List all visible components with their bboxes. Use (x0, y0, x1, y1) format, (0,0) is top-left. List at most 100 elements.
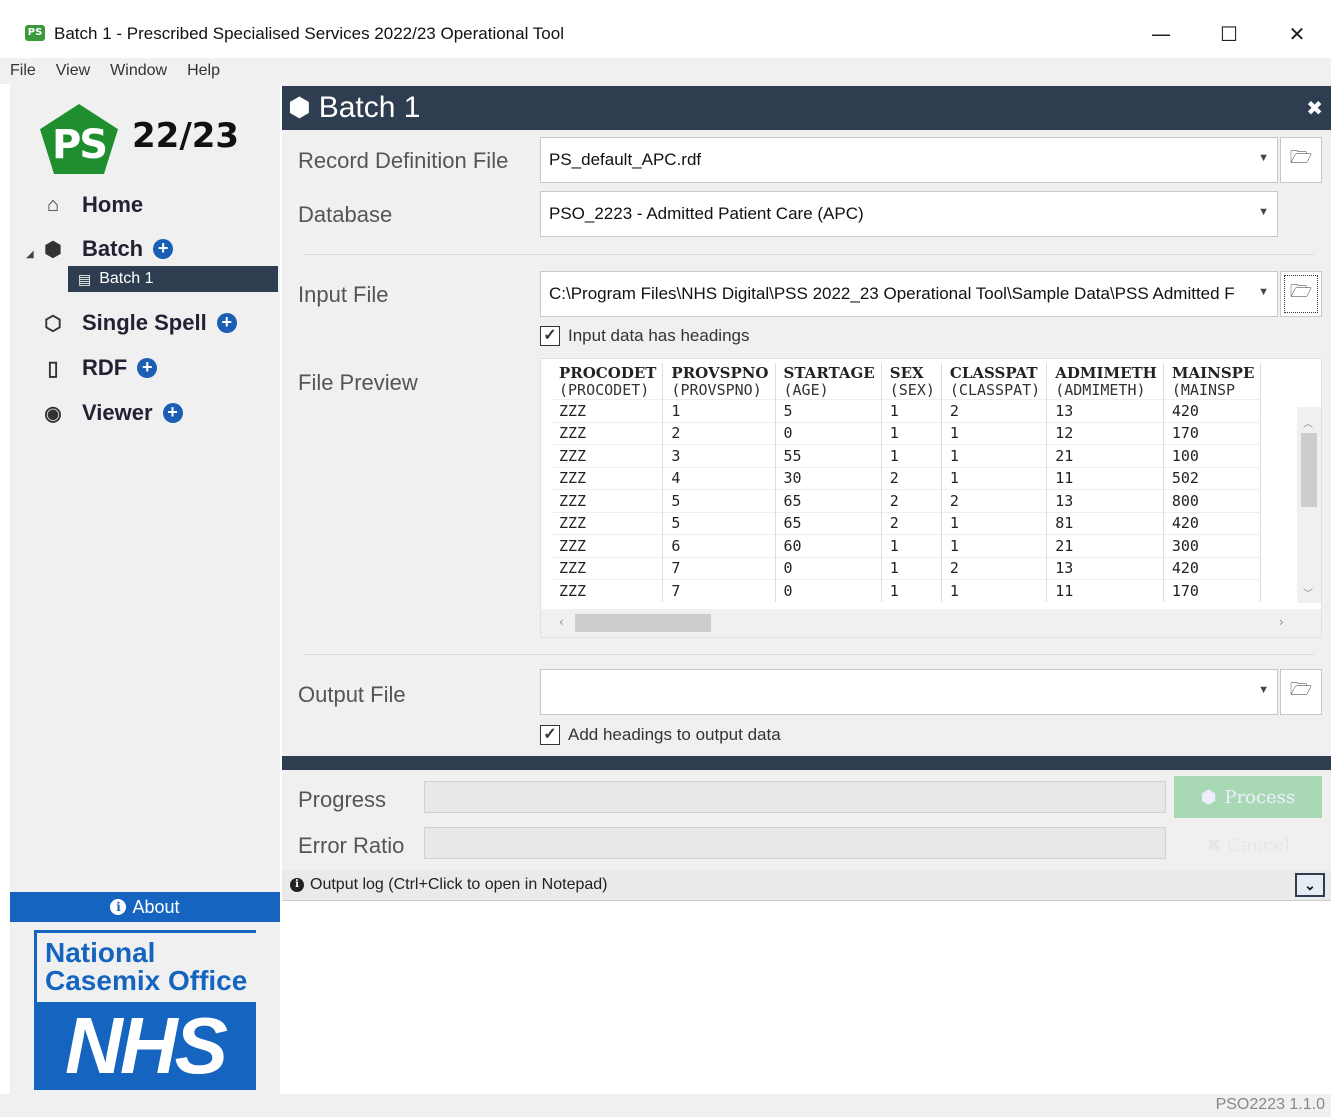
menu-window[interactable]: Window (110, 62, 167, 80)
table-row[interactable]: ZZZ 4 30 2 1 11 502 (551, 466, 1262, 490)
table-cell: ZZZ (551, 534, 664, 557)
menu-help[interactable]: Help (187, 62, 220, 80)
maximize-button[interactable]: ☐ (1206, 18, 1252, 50)
menu-file[interactable]: File (10, 62, 36, 80)
table-cell: 5 (775, 399, 882, 422)
output-file-select[interactable]: ▼ (540, 669, 1278, 715)
add-rdf-icon[interactable]: + (137, 358, 158, 378)
database-select[interactable]: PSO_2223 - Admitted Patient Care (APC) ▼ (540, 191, 1278, 237)
table-cell: 2 (881, 489, 942, 512)
input-file-select[interactable]: C:\Program Files\NHS Digital\PSS 2022_23… (540, 271, 1278, 317)
scrollbar-thumb[interactable] (1301, 433, 1317, 507)
table-cell: 81 (1046, 511, 1164, 535)
file-preview-grid[interactable]: PROCODET (PROCODET) PROVSPNO (PROVSPNO) STAR… (540, 358, 1322, 638)
record-definition-select[interactable]: PS_default_APC.rdf ▼ (540, 137, 1278, 183)
scroll-left-icon[interactable]: ‹ (559, 615, 564, 629)
scroll-right-icon[interactable]: › (1279, 615, 1284, 629)
add-single-spell-icon[interactable]: + (216, 313, 237, 333)
progress-bar (424, 781, 1166, 813)
output-headings-label: Add headings to output data (568, 725, 781, 744)
sidebar-item-label: Home (82, 192, 144, 217)
scroll-down-icon[interactable]: ﹀ (1303, 585, 1313, 600)
error-ratio-bar (424, 827, 1166, 859)
sidebar-item-batch[interactable]: ⬢ Batch + (40, 236, 174, 262)
output-log-header[interactable]: i Output log (Ctrl+Click to open in Note… (282, 870, 1331, 900)
close-window-button[interactable]: ✕ (1274, 18, 1320, 50)
scrollbar-thumb[interactable] (575, 614, 711, 632)
collapse-log-button[interactable]: ⌄ (1295, 873, 1325, 897)
cancel-icon: ✖ (1206, 834, 1222, 856)
input-file-label: Input File (298, 282, 389, 307)
table-row[interactable]: ZZZ 7 0 1 2 13 420 (551, 556, 1262, 580)
sidebar: PS 22/23 ⌂ Home ◢ ⬢ Batch + ▤ Batch 1 ⬡ … (10, 84, 280, 1094)
sidebar-item-home[interactable]: ⌂ Home (40, 192, 143, 218)
folder-icon: 🗁 (1289, 679, 1313, 700)
table-row[interactable]: ZZZ 5 65 2 2 13 800 (551, 489, 1262, 512)
cubes-icon: ⬢ (288, 93, 311, 123)
table-cell: 2 (941, 399, 1048, 422)
checkbox-checked-icon: ✓ (540, 326, 560, 346)
about-button[interactable]: i About (10, 892, 280, 922)
output-headings-checkbox[interactable]: ✓ Add headings to output data (540, 725, 781, 745)
table-cell: 4 (662, 466, 776, 490)
expand-triangle-icon[interactable]: ◢ (26, 249, 34, 260)
table-cell: 170 (1163, 421, 1262, 445)
table-row[interactable]: ZZZ 5 65 2 1 81 420 (551, 511, 1262, 535)
table-cell: 1 (881, 579, 942, 602)
column-mapping: (CLASSPAT) (949, 381, 1041, 399)
table-row[interactable]: ZZZ 1 5 1 2 13 420 (551, 399, 1262, 422)
browse-input-button[interactable]: 🗁 (1280, 271, 1322, 317)
table-cell: 12 (1046, 421, 1164, 445)
table-cell: 7 (662, 579, 776, 602)
scroll-up-icon[interactable]: ︿ (1303, 415, 1313, 430)
divider (304, 254, 1314, 255)
output-log-area[interactable] (282, 900, 1331, 1094)
preview-column-header[interactable]: ADMIMETH (ADMIMETH) (1046, 363, 1164, 400)
sidebar-item-single-spell[interactable]: ⬡ Single Spell + (40, 310, 237, 336)
table-cell: 55 (775, 444, 882, 467)
table-row[interactable]: ZZZ 7 0 1 1 11 170 (551, 579, 1262, 602)
title-bar: PS Batch 1 - Prescribed Specialised Serv… (0, 0, 1331, 58)
cube-icon: ⬡ (44, 312, 62, 335)
column-name: CLASSPAT (949, 364, 1038, 382)
record-definition-value: PS_default_APC.rdf (549, 150, 702, 169)
table-cell: ZZZ (551, 421, 664, 445)
table-cell: ZZZ (551, 489, 664, 512)
table-row[interactable]: ZZZ 2 0 1 1 12 170 (551, 421, 1262, 445)
add-batch-icon[interactable]: + (153, 239, 174, 259)
close-panel-icon[interactable]: ✖ (1306, 96, 1323, 120)
sidebar-item-rdf[interactable]: ▯ RDF + (40, 355, 158, 381)
browse-rdf-button[interactable]: 🗁 (1280, 137, 1322, 183)
browse-output-button[interactable]: 🗁 (1280, 669, 1322, 715)
table-cell: ZZZ (551, 556, 664, 580)
process-label: Process (1224, 786, 1296, 808)
table-row[interactable]: ZZZ 3 55 1 1 21 100 (551, 444, 1262, 467)
menu-view[interactable]: View (56, 62, 90, 80)
info-icon: i (290, 878, 304, 892)
input-headings-checkbox[interactable]: ✓ Input data has headings (540, 326, 749, 346)
process-button[interactable]: ⬢ Process (1174, 776, 1322, 818)
preview-column-header[interactable]: PROVSPNO (PROVSPNO) (662, 363, 776, 400)
sidebar-item-batch-1[interactable]: ▤ Batch 1 (68, 266, 278, 292)
preview-column-header[interactable]: CLASSPAT (CLASSPAT) (941, 363, 1048, 400)
table-row[interactable]: ZZZ 6 60 1 1 21 300 (551, 534, 1262, 557)
table-cell: 1 (881, 534, 942, 557)
table-cell: 170 (1163, 579, 1262, 602)
preview-column-header[interactable]: PROCODET (PROCODET) (551, 363, 664, 400)
sidebar-item-viewer[interactable]: ◉ Viewer + (40, 400, 183, 426)
column-name: MAINSPE (1171, 364, 1255, 382)
add-viewer-icon[interactable]: + (162, 403, 183, 423)
horizontal-scrollbar[interactable]: ‹ › (541, 609, 1321, 637)
preview-column-header[interactable]: SEX (SEX) (881, 363, 942, 400)
preview-column-header[interactable]: STARTAGE (AGE) (775, 363, 882, 400)
home-icon: ⌂ (46, 193, 60, 216)
table-cell: 1 (941, 444, 1048, 467)
table-cell: 6 (662, 534, 776, 557)
preview-column-header[interactable]: MAINSPE (MAINSP (1163, 363, 1262, 400)
vertical-scrollbar[interactable]: ︿ ﹀ (1297, 407, 1321, 603)
folder-icon: 🗁 (1289, 147, 1313, 168)
minimize-button[interactable]: — (1138, 18, 1184, 50)
cancel-button[interactable]: ✖ Cancel (1174, 824, 1322, 866)
table-cell: 5 (662, 489, 776, 512)
status-bar: PSO2223 1.1.0 (0, 1094, 1331, 1117)
